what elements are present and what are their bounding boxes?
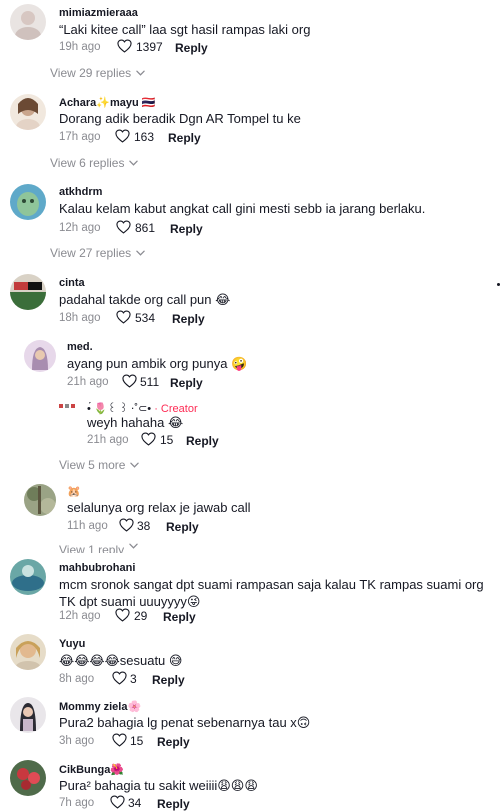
like-heart-icon[interactable] <box>112 671 127 685</box>
comment-username[interactable]: med. <box>67 341 93 353</box>
like-count: 861 <box>135 221 156 235</box>
comment-time: 3h ago <box>59 735 95 747</box>
comment-time: 7h ago <box>59 797 95 809</box>
avatar[interactable] <box>24 484 56 516</box>
comment-text: padahal takde org call pun 😂 <box>59 292 231 307</box>
reply-button[interactable]: Reply <box>172 312 205 326</box>
reply-button[interactable]: Reply <box>175 41 208 55</box>
comment-username[interactable]: Mommy ziela🌸 <box>59 700 141 713</box>
comment-time: 17h ago <box>59 131 101 143</box>
like-heart-icon[interactable] <box>117 39 132 53</box>
like-count: 534 <box>135 311 156 325</box>
view-replies-label: View 27 replies <box>50 246 132 260</box>
reply-button[interactable]: Reply <box>166 520 199 534</box>
reply-button[interactable]: Reply <box>168 131 201 145</box>
comment-text: Kalau kelam kabut angkat call gini mesti… <box>59 201 426 216</box>
comment-username[interactable]: •́ 🌷꒰ ꒱ ‧˚⊂• · Creator <box>87 400 198 415</box>
avatar[interactable] <box>24 340 56 372</box>
like-heart-icon[interactable] <box>110 795 125 809</box>
comment-time: 8h ago <box>59 673 95 685</box>
avatar[interactable] <box>10 274 46 310</box>
view-replies-label: View 1 reply <box>59 543 125 553</box>
comment-username[interactable]: CikBunga🌺 <box>59 763 124 776</box>
view-more-label: View 5 more <box>59 458 126 472</box>
chevron-down-icon <box>130 462 139 468</box>
reply-button[interactable]: Reply <box>152 673 185 687</box>
view-replies-button[interactable]: View 29 replies <box>50 66 145 80</box>
avatar[interactable] <box>10 760 46 796</box>
view-more-replies-button[interactable]: View 5 more <box>59 458 139 472</box>
like-heart-icon[interactable] <box>112 733 127 747</box>
like-count: 511 <box>140 375 160 389</box>
like-count: 15 <box>160 433 174 447</box>
comment-time: 12h ago <box>59 222 101 234</box>
reply-button[interactable]: Reply <box>163 610 196 624</box>
comment-text: “Laki kitee call” laa sgt hasil rampas l… <box>59 22 311 37</box>
like-count: 163 <box>134 130 155 144</box>
reply-button[interactable]: Reply <box>157 797 190 811</box>
comment-text: Pura² bahagia tu sakit weiiii😩😩😩 <box>59 778 258 793</box>
comment-time: 11h ago <box>67 520 108 532</box>
comment-time: 18h ago <box>59 312 101 324</box>
comment-text: Dorang adik beradik Dgn AR Tompel tu ke <box>59 111 301 126</box>
view-replies-label: View 29 replies <box>50 66 132 80</box>
comment-username[interactable]: Achara✨mayu 🇹🇭 <box>59 96 155 109</box>
like-count: 29 <box>134 609 148 623</box>
comment-username[interactable]: atkhdrm <box>59 186 102 198</box>
like-heart-icon[interactable] <box>116 310 131 324</box>
avatar[interactable] <box>10 184 46 220</box>
avatar[interactable] <box>58 402 76 410</box>
like-count: 3 <box>130 672 137 686</box>
view-replies-label: View 6 replies <box>50 156 125 170</box>
like-heart-icon[interactable] <box>119 518 134 532</box>
comment-text: ayang pun ambik org punya 🤪 <box>67 356 248 371</box>
comment-text: Pura2 bahagia lg penat sebenarnya tau x🙃 <box>59 715 311 730</box>
chevron-down-icon <box>129 160 138 166</box>
comment-username[interactable]: cinta <box>59 277 85 289</box>
like-heart-icon[interactable] <box>115 129 130 143</box>
chevron-down-icon <box>136 250 145 256</box>
avatar[interactable] <box>10 697 46 733</box>
chevron-down-icon <box>136 70 145 76</box>
comment-time: 12h ago <box>59 610 101 622</box>
comment-username[interactable]: mimiazmieraaa <box>59 7 138 19</box>
like-heart-icon[interactable] <box>115 608 130 622</box>
avatar[interactable] <box>10 634 46 670</box>
like-count: 15 <box>130 734 144 748</box>
comment-text: mcm sronok sangat dpt suami rampasan saj… <box>59 577 484 609</box>
like-count: 38 <box>137 519 151 533</box>
comment-time: 19h ago <box>59 41 101 53</box>
comment-text: selalunya org relax je jawab call <box>67 500 251 515</box>
comment-text: weyh hahaha 😂 <box>87 415 184 430</box>
reply-button[interactable]: Reply <box>170 376 203 390</box>
comment-time: 21h ago <box>67 376 109 388</box>
comment-time: 21h ago <box>87 434 129 446</box>
view-replies-button[interactable]: View 1 reply <box>59 543 138 553</box>
like-count: 34 <box>128 796 142 810</box>
avatar[interactable] <box>10 559 46 595</box>
like-heart-icon[interactable] <box>141 432 156 446</box>
chevron-down-icon <box>129 543 138 549</box>
reply-button[interactable]: Reply <box>186 434 219 448</box>
like-heart-icon[interactable] <box>122 374 137 388</box>
comment-username[interactable]: 🐹 <box>67 485 81 498</box>
avatar[interactable] <box>10 94 46 130</box>
comment-username[interactable]: Yuyu <box>59 638 85 650</box>
like-count: 1397 <box>136 40 163 54</box>
like-heart-icon[interactable] <box>116 220 131 234</box>
view-replies-button[interactable]: View 6 replies <box>50 156 138 170</box>
comment-text: 😂😂😂😂sesuatu 😅 <box>59 653 183 668</box>
reply-button[interactable]: Reply <box>170 222 203 236</box>
reply-button[interactable]: Reply <box>157 735 190 749</box>
avatar[interactable] <box>10 4 46 40</box>
view-replies-button[interactable]: View 27 replies <box>50 246 145 260</box>
comment-username[interactable]: mahbubrohani <box>59 562 135 574</box>
